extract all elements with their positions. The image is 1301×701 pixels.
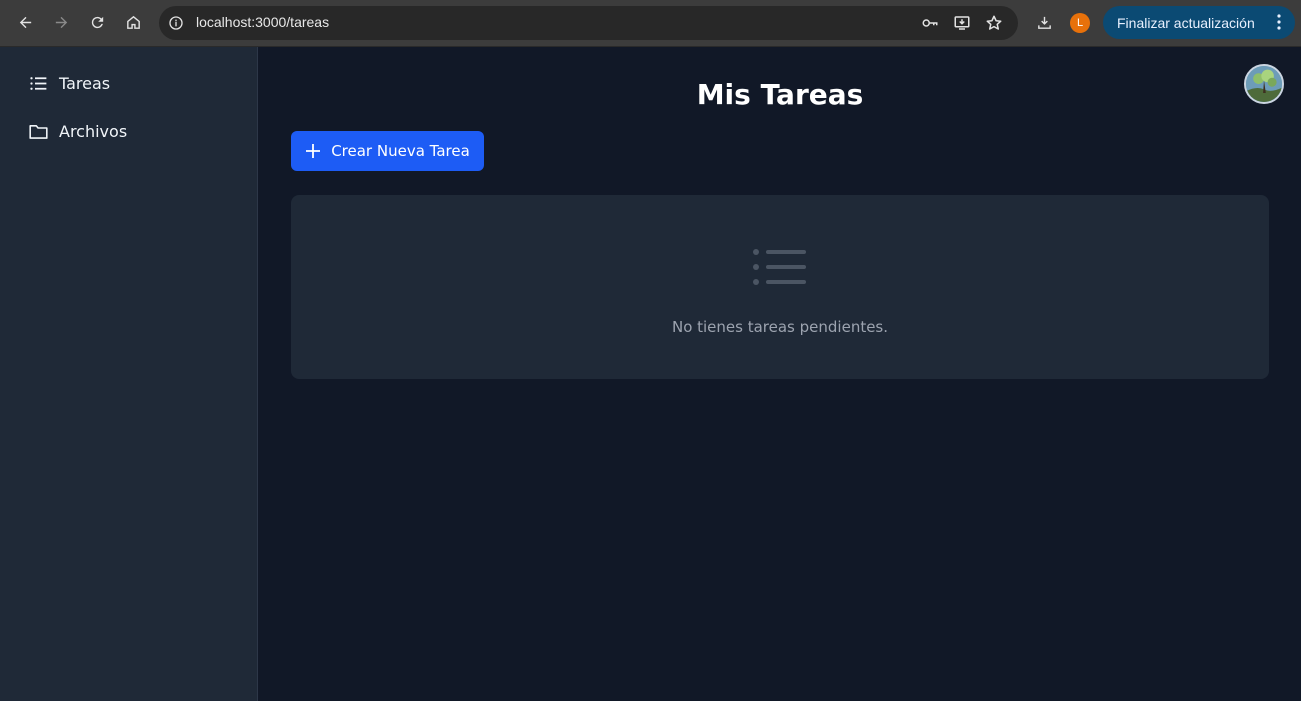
plus-icon [306,144,321,158]
sidebar-item-archivos[interactable]: Archivos [28,119,127,143]
sidebar: Tareas Archivos [0,47,258,701]
create-task-button[interactable]: Crear Nueva Tarea [291,131,484,171]
list-icon [30,76,47,90]
sidebar-item-tareas[interactable]: Tareas [28,71,110,95]
forward-icon [55,16,67,28]
password-key-button[interactable] [921,14,939,32]
main-content: Mis Tareas Crear Nueva Tarea No tienes t… [259,47,1301,701]
bookmark-button[interactable] [985,14,1003,32]
home-icon [126,15,140,29]
browser-toolbar: localhost:3000/tareas L Finalizar actual… [0,0,1301,47]
folder-icon [29,124,48,139]
forward-button[interactable] [48,9,74,35]
profile-avatar[interactable]: L [1070,13,1090,33]
download-icon [1037,16,1051,29]
sidebar-item-label: Archivos [59,121,128,141]
install-app-button[interactable] [953,14,971,32]
empty-state-card: No tienes tareas pendientes. [291,195,1269,379]
back-icon [19,16,31,28]
list-icon [753,249,806,285]
update-label: Finalizar actualización [1117,14,1255,31]
downloads-button[interactable] [1031,9,1057,35]
key-icon [922,19,938,27]
install-icon [954,16,970,30]
empty-state-message: No tienes tareas pendientes. [671,318,889,336]
back-button[interactable] [12,9,38,35]
page-title: Mis Tareas [696,78,864,111]
address-bar[interactable]: localhost:3000/tareas [159,6,1018,40]
reload-icon [91,16,103,28]
reload-button[interactable] [84,9,110,35]
url-text: localhost:3000/tareas [196,14,330,30]
info-icon[interactable] [168,15,184,31]
sidebar-item-label: Tareas [59,73,111,93]
home-button[interactable] [120,9,146,35]
star-icon [986,15,1002,30]
create-task-label: Crear Nueva Tarea [331,142,470,160]
more-icon [1277,14,1281,30]
update-button[interactable]: Finalizar actualización [1103,6,1295,39]
